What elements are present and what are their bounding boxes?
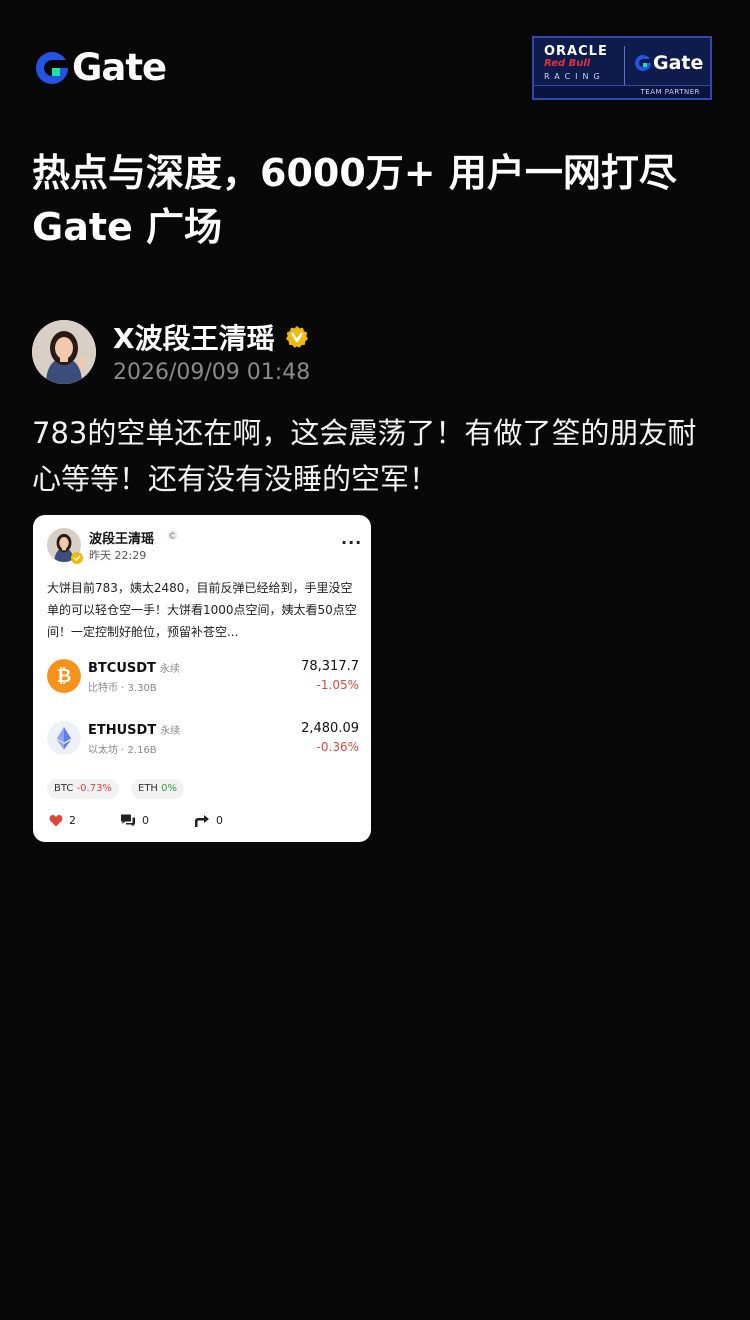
- partner-gate-logo: Gate: [634, 52, 703, 74]
- oracle-wordmark: ORACLE: [544, 44, 608, 59]
- repost-icon: [195, 814, 209, 827]
- ticker-symbol: BTCUSDT 永续: [88, 661, 180, 676]
- quoted-text: 大饼目前783，姨太2480，目前反弹已经给到，手里没空单的可以轻仓空一手！大饼…: [47, 581, 357, 639]
- gate-logo-text: Gate: [72, 46, 167, 89]
- heart-icon: [49, 814, 63, 826]
- ticker-symbol: ETHUSDT 永续: [88, 723, 181, 738]
- ticker-change: -1.05%: [316, 678, 359, 692]
- comment-button[interactable]: 0: [120, 811, 149, 829]
- author-avatar[interactable]: [32, 320, 96, 384]
- quoted-timestamp: 昨天 22:29: [89, 549, 147, 562]
- ticker-price: 2,480.09: [301, 721, 359, 736]
- gate-logo[interactable]: Gate: [34, 46, 167, 89]
- comment-count: 0: [142, 813, 149, 827]
- headline: 热点与深度，6000万+ 用户一网打尽 Gate 广场: [32, 151, 677, 249]
- ticker-row-eth[interactable]: ETHUSDT 永续 以太坊 · 2.16B 2,480.09 -0.36%: [47, 719, 359, 757]
- partner-divider: [624, 46, 625, 88]
- redbull-wordmark: Red Bull: [544, 58, 591, 69]
- ticker-row-btc[interactable]: ₿ BTCUSDT 永续 比特币 · 3.30B 78,317.7 -1.05%: [47, 657, 359, 695]
- share-button[interactable]: 0: [193, 811, 223, 829]
- comment-icon: [121, 814, 135, 826]
- author-name[interactable]: X波段王清瑶: [113, 317, 275, 357]
- verified-icon: [285, 326, 308, 348]
- level-badge-icon: [167, 530, 178, 541]
- quoted-post-card[interactable]: 波段王清瑶 昨天 22:29 ··· 大饼目前783，姨太2480，目前反弹已经…: [33, 515, 371, 842]
- ticker-volume: 以太坊 · 2.16B: [88, 745, 157, 756]
- more-options-icon[interactable]: ···: [341, 533, 362, 552]
- post-timestamp: 2026/09/09 01:48: [113, 360, 311, 385]
- post-author[interactable]: X波段王清瑶 2026/09/09 01:48: [32, 320, 310, 385]
- ticker-price: 78,317.7: [301, 659, 359, 674]
- gate-logo-icon: [635, 55, 651, 71]
- quoted-author-name[interactable]: 波段王清瑶: [89, 528, 154, 547]
- ticker-volume: 比特币 · 3.30B: [88, 683, 157, 694]
- chip-eth[interactable]: ETH 0%: [131, 779, 185, 799]
- partner-badge: ORACLE Red Bull RACING Gate TEAM PARTNER: [532, 36, 712, 100]
- svg-text:₿: ₿: [57, 666, 72, 687]
- like-button[interactable]: 2: [49, 811, 76, 829]
- bitcoin-icon: ₿: [47, 659, 81, 693]
- like-count: 2: [69, 813, 76, 827]
- ticker-change: -0.36%: [316, 740, 359, 754]
- ethereum-icon: [47, 721, 81, 755]
- racing-wordmark: RACING: [544, 72, 605, 81]
- gate-logo-icon: [36, 52, 68, 84]
- verified-icon: [71, 552, 83, 564]
- avatar-portrait: [32, 320, 96, 384]
- team-partner-label: TEAM PARTNER: [534, 85, 710, 98]
- post-text: 783的空单还在啊，这会震荡了！有做了筌的朋友耐心等等！还有没有没睡的空军！: [32, 416, 697, 496]
- share-count: 0: [216, 813, 223, 827]
- chip-btc[interactable]: BTC -0.73%: [47, 779, 119, 799]
